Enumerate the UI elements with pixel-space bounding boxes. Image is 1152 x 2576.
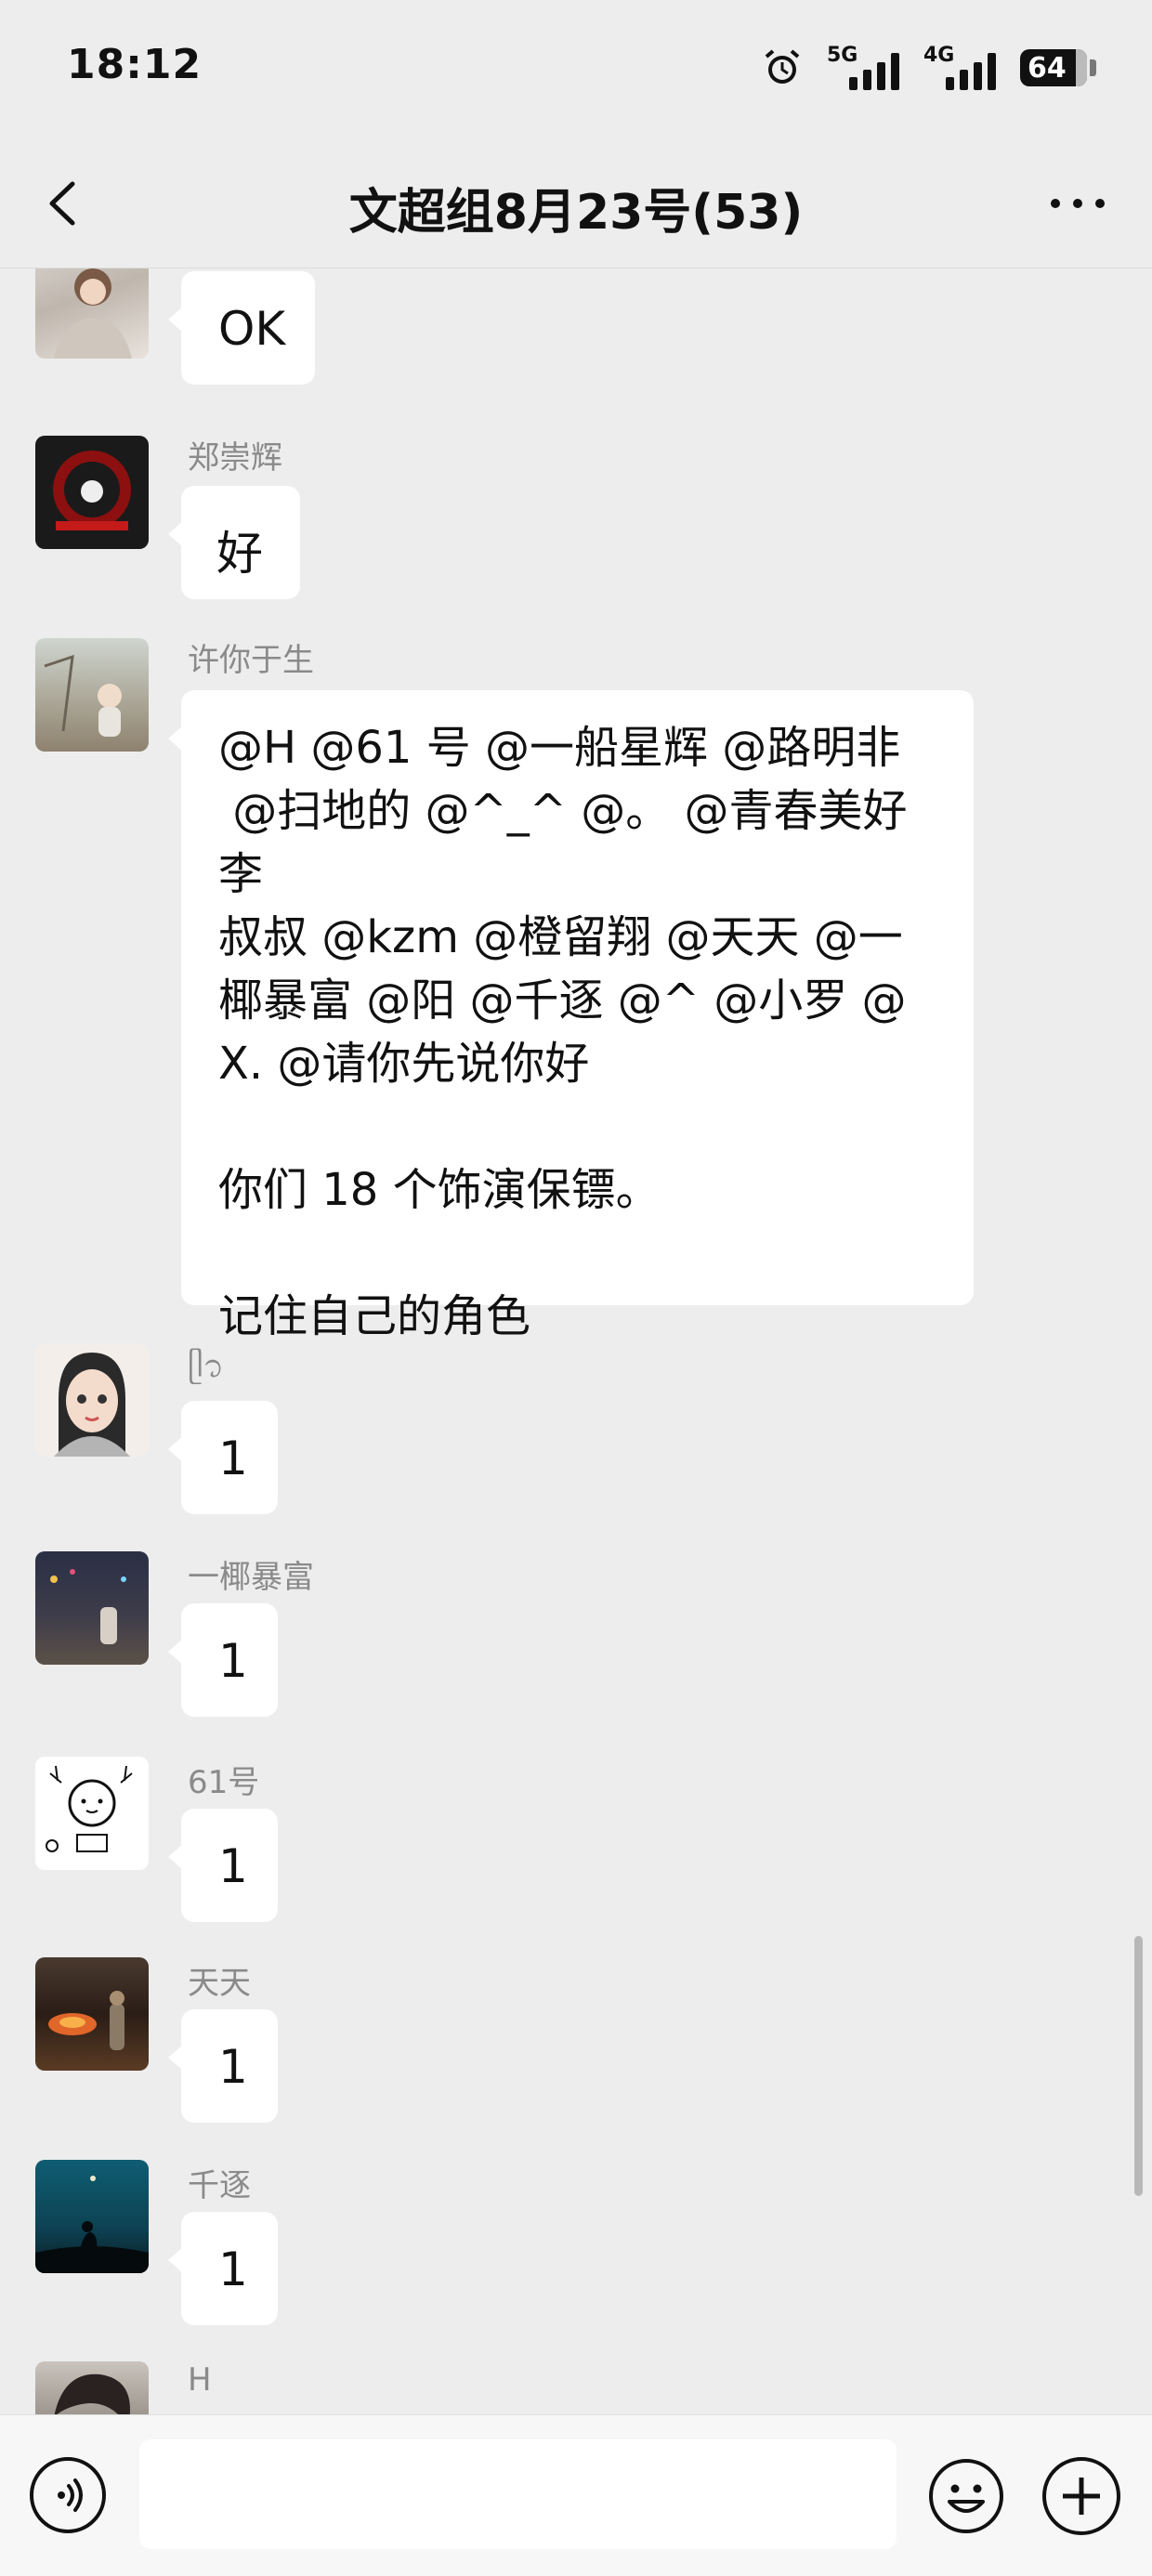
- message-text: OK: [218, 302, 286, 356]
- sender-name: 千逐: [188, 2167, 251, 2204]
- chat-header: 文超组8月23号(53): [0, 139, 1152, 268]
- emoji-icon[interactable]: [927, 2457, 1005, 2535]
- more-dots-icon[interactable]: [1041, 171, 1115, 236]
- message-text: 1: [218, 2243, 248, 2296]
- status-icons: 5G 4G 64: [762, 35, 1096, 100]
- avatar[interactable]: [35, 1957, 149, 2071]
- sender-name: ᥫ᭡: [188, 1348, 225, 1385]
- message-text: 好: [216, 527, 263, 581]
- message-bubble[interactable]: 1: [168, 1401, 278, 1514]
- sender-name: 61号: [188, 1764, 260, 1801]
- sender-name: 郑崇辉: [188, 439, 282, 477]
- message-text: 1: [218, 2040, 248, 2094]
- status-time: 18:12: [67, 41, 203, 88]
- message-bubble[interactable]: OK: [168, 271, 315, 385]
- avatar[interactable]: [35, 2361, 149, 2414]
- message-text: @H @61 号 @一船星辉 @路明非 @扫地的 @^_^ @。 @青春美好李 …: [218, 722, 908, 1342]
- message-bubble[interactable]: 1: [168, 2212, 278, 2325]
- battery-icon: 64: [1020, 49, 1096, 86]
- message-input[interactable]: [139, 2439, 897, 2549]
- sender-name: 许你于生: [188, 642, 314, 679]
- plus-icon[interactable]: [1042, 2457, 1120, 2535]
- sender-name: 一椰暴富: [188, 1559, 314, 1596]
- voice-icon[interactable]: [30, 2457, 106, 2533]
- chat-title: 文超组8月23号(53): [348, 185, 804, 241]
- message-bubble[interactable]: 1: [168, 2009, 278, 2123]
- avatar[interactable]: [35, 1551, 149, 1665]
- message-list[interactable]: OK 郑崇辉 好 许你于生 @H @61 号 @一船星辉 @路明非 @扫地的 @…: [0, 268, 1152, 2414]
- avatar[interactable]: [35, 638, 149, 752]
- avatar[interactable]: [35, 1757, 149, 1870]
- sender-name: 天天: [188, 1965, 251, 2002]
- message-bubble[interactable]: 1: [168, 1603, 278, 1717]
- message-bubble[interactable]: @H @61 号 @一船星辉 @路明非 @扫地的 @^_^ @。 @青春美好李 …: [168, 690, 974, 1342]
- avatar[interactable]: [35, 1343, 149, 1457]
- signal-5g-icon: 5G: [827, 42, 899, 94]
- sender-name: H: [188, 2361, 212, 2399]
- message-bubble[interactable]: 1: [168, 1809, 278, 1922]
- signal-4g-icon: 4G: [923, 42, 996, 94]
- message-text: 1: [218, 1432, 248, 1485]
- avatar[interactable]: [35, 436, 149, 549]
- scrollbar[interactable]: [1134, 1936, 1143, 2196]
- status-bar: 18:12 5G 4G 64: [0, 0, 1152, 139]
- battery-level: 64: [1028, 51, 1067, 85]
- avatar[interactable]: [35, 2160, 149, 2273]
- alarm-icon: [765, 49, 800, 84]
- message-text: 1: [218, 1839, 248, 1893]
- message-text: 1: [218, 1634, 248, 1688]
- input-bar: [0, 2414, 1152, 2576]
- message-bubble[interactable]: 好: [168, 486, 300, 599]
- avatar[interactable]: [35, 268, 149, 359]
